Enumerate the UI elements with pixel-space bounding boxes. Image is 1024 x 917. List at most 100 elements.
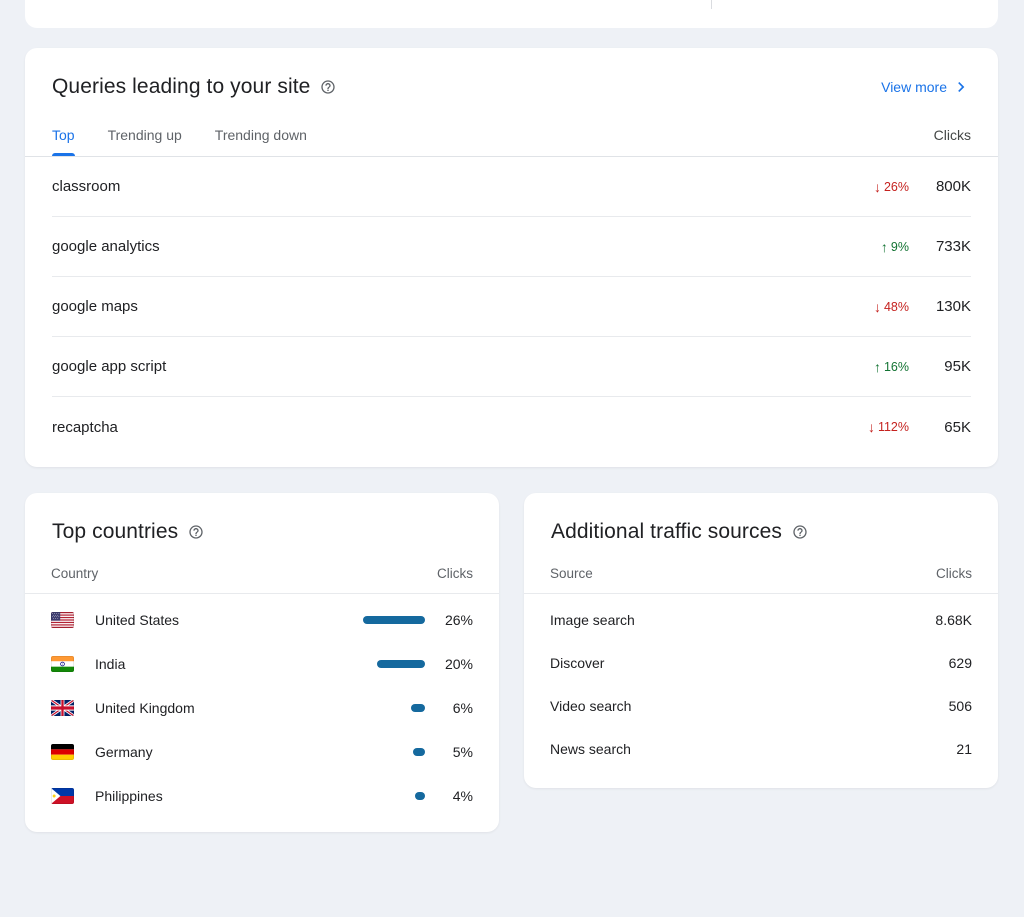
query-row[interactable]: google analytics ↑ 9% 733K bbox=[52, 217, 971, 277]
clicks-bar bbox=[363, 616, 425, 624]
country-percent: 5% bbox=[437, 744, 473, 760]
trend-indicator: ↑ 16% bbox=[874, 360, 909, 374]
trend-arrow-icon: ↓ bbox=[874, 300, 881, 314]
page: Queries leading to your site View more T… bbox=[0, 0, 1024, 832]
source-column-header: Source bbox=[550, 566, 593, 581]
top-countries-title: Top countries bbox=[52, 520, 178, 544]
queries-card: Queries leading to your site View more T… bbox=[25, 48, 998, 467]
query-text: google maps bbox=[52, 298, 874, 315]
query-text: recaptcha bbox=[52, 419, 868, 436]
top-countries-card: Top countries Country Clicks bbox=[25, 493, 499, 832]
source-row: Discover 629 bbox=[550, 641, 972, 684]
source-name: News search bbox=[550, 741, 956, 757]
partial-content-divider bbox=[711, 0, 712, 9]
country-name: India bbox=[95, 656, 363, 672]
queries-card-header: Queries leading to your site View more bbox=[25, 48, 998, 99]
uk-flag-icon bbox=[51, 700, 74, 716]
chevron-right-icon bbox=[951, 77, 971, 97]
source-name: Image search bbox=[550, 612, 935, 628]
query-row[interactable]: recaptcha ↓ 112% 65K bbox=[52, 397, 971, 457]
view-more-label: View more bbox=[881, 79, 947, 95]
source-row: News search 21 bbox=[550, 727, 972, 770]
country-row: Philippines 4% bbox=[51, 774, 473, 818]
clicks-value: 130K bbox=[919, 298, 971, 315]
trend-arrow-icon: ↑ bbox=[881, 240, 888, 254]
clicks-column-header: Clicks bbox=[437, 566, 473, 581]
germany-flag-icon bbox=[51, 744, 74, 760]
country-percent: 6% bbox=[437, 700, 473, 716]
countries-table: United States 26% bbox=[25, 594, 499, 832]
tab-trending-down[interactable]: Trending down bbox=[215, 113, 307, 156]
country-name: Philippines bbox=[95, 788, 363, 804]
view-more-link[interactable]: View more bbox=[881, 77, 971, 97]
clicks-bar-track bbox=[363, 616, 425, 624]
source-row: Image search 8.68K bbox=[550, 598, 972, 641]
tab-trending-down-label: Trending down bbox=[215, 127, 307, 143]
country-name: Germany bbox=[95, 744, 363, 760]
country-percent: 4% bbox=[437, 788, 473, 804]
partial-top-card bbox=[25, 0, 998, 28]
bottom-cards-row: Top countries Country Clicks bbox=[25, 493, 998, 832]
trend-arrow-icon: ↓ bbox=[868, 420, 875, 434]
traffic-sources-card: Additional traffic sources Source Clicks… bbox=[524, 493, 998, 788]
source-name: Discover bbox=[550, 655, 949, 671]
country-percent: 20% bbox=[437, 656, 473, 672]
help-icon[interactable] bbox=[320, 79, 336, 95]
trend-percent: 26% bbox=[884, 180, 909, 194]
clicks-bar bbox=[411, 704, 425, 712]
countries-table-head: Country Clicks bbox=[25, 554, 499, 594]
trend-indicator: ↑ 9% bbox=[881, 240, 909, 254]
tab-top-label: Top bbox=[52, 127, 75, 143]
traffic-sources-title: Additional traffic sources bbox=[551, 520, 782, 544]
queries-tabs: Top Trending up Trending down Clicks bbox=[25, 113, 998, 157]
query-text: classroom bbox=[52, 178, 874, 195]
trend-percent: 112% bbox=[878, 420, 909, 434]
help-icon[interactable] bbox=[792, 524, 808, 540]
source-name: Video search bbox=[550, 698, 949, 714]
clicks-value: 733K bbox=[919, 238, 971, 255]
trend-arrow-icon: ↓ bbox=[874, 180, 881, 194]
clicks-bar-track bbox=[363, 704, 425, 712]
clicks-bar-track bbox=[363, 660, 425, 668]
clicks-column-header: Clicks bbox=[934, 127, 971, 143]
help-icon[interactable] bbox=[188, 524, 204, 540]
queries-card-title: Queries leading to your site bbox=[52, 75, 310, 99]
clicks-column-header: Clicks bbox=[936, 566, 972, 581]
country-row: Germany 5% bbox=[51, 730, 473, 774]
tab-trending-up[interactable]: Trending up bbox=[108, 113, 182, 156]
source-clicks: 21 bbox=[956, 741, 972, 757]
clicks-value: 65K bbox=[919, 419, 971, 436]
traffic-sources-header: Additional traffic sources bbox=[524, 493, 998, 544]
tab-top[interactable]: Top bbox=[52, 113, 75, 156]
clicks-bar-track bbox=[363, 792, 425, 800]
query-row[interactable]: classroom ↓ 26% 800K bbox=[52, 157, 971, 217]
philippines-flag-icon bbox=[51, 788, 74, 804]
trend-percent: 9% bbox=[891, 240, 909, 254]
india-flag-icon bbox=[51, 656, 74, 672]
country-name: United States bbox=[95, 612, 363, 628]
source-clicks: 506 bbox=[949, 698, 972, 714]
queries-table: classroom ↓ 26% 800K google analytics ↑ … bbox=[25, 157, 998, 467]
clicks-bar-track bbox=[363, 748, 425, 756]
trend-percent: 16% bbox=[884, 360, 909, 374]
country-row: United Kingdom 6% bbox=[51, 686, 473, 730]
clicks-bar bbox=[377, 660, 425, 668]
query-text: google app script bbox=[52, 358, 874, 375]
source-clicks: 629 bbox=[949, 655, 972, 671]
source-clicks: 8.68K bbox=[935, 612, 972, 628]
clicks-bar bbox=[413, 748, 425, 756]
clicks-value: 800K bbox=[919, 178, 971, 195]
query-row[interactable]: google maps ↓ 48% 130K bbox=[52, 277, 971, 337]
query-row[interactable]: google app script ↑ 16% 95K bbox=[52, 337, 971, 397]
country-percent: 26% bbox=[437, 612, 473, 628]
sources-table: Image search 8.68K Discover 629 Video se… bbox=[524, 594, 998, 788]
country-row: India 20% bbox=[51, 642, 473, 686]
query-text: google analytics bbox=[52, 238, 881, 255]
country-name: United Kingdom bbox=[95, 700, 363, 716]
us-flag-icon bbox=[51, 612, 74, 628]
trend-indicator: ↓ 112% bbox=[868, 420, 909, 434]
top-countries-header: Top countries bbox=[25, 493, 499, 544]
country-column-header: Country bbox=[51, 566, 98, 581]
trend-indicator: ↓ 48% bbox=[874, 300, 909, 314]
tab-trending-up-label: Trending up bbox=[108, 127, 182, 143]
